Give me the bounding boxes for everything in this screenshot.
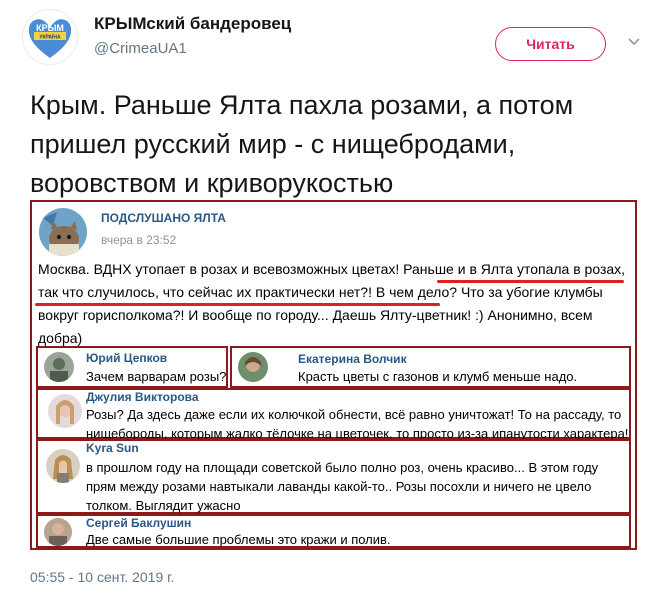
person-photo-icon bbox=[44, 352, 74, 382]
comment-text: Зачем варварам розы? bbox=[86, 369, 227, 384]
comment-box: Екатерина Волчик Красть цветы с газонов … bbox=[230, 346, 631, 388]
embedded-post-image: ПОДСЛУШАНО ЯЛТА вчера в 23:52 Москва. ВД… bbox=[30, 200, 637, 550]
commenter-name[interactable]: Сергей Баклушин bbox=[86, 516, 191, 530]
comment-text: в прошлом году на площади советской было… bbox=[86, 460, 599, 513]
highlight-underline bbox=[35, 303, 440, 306]
commenter-name[interactable]: Юрий Цепков bbox=[86, 351, 167, 365]
chevron-down-icon[interactable] bbox=[627, 35, 641, 49]
post-time: вчера в 23:52 bbox=[101, 233, 177, 247]
svg-text:КРЫМ: КРЫМ bbox=[36, 23, 64, 33]
group-name[interactable]: ПОДСЛУШАНО ЯЛТА bbox=[101, 211, 226, 225]
highlight-underline bbox=[437, 280, 624, 283]
comment-text: Две самые большие проблемы это кражи и п… bbox=[86, 532, 391, 547]
comment-box: Юрий Цепков Зачем варварам розы? bbox=[36, 346, 228, 388]
comment-box: Джулия Викторова Розы? Да здесь даже есл… bbox=[36, 388, 631, 441]
person-photo-icon bbox=[46, 449, 80, 483]
svg-text:УКРАЇНА: УКРАЇНА bbox=[39, 34, 61, 41]
commenter-name[interactable]: Екатерина Волчик bbox=[298, 352, 407, 366]
commenter-avatar[interactable] bbox=[44, 518, 72, 546]
author-handle[interactable]: @CrimeaUA1 bbox=[94, 40, 187, 57]
tweet-text: Крым. Раньше Ялта пахла розами, а потом … bbox=[30, 90, 574, 198]
comment-text: Розы? Да здесь даже если их колючкой обн… bbox=[86, 407, 629, 441]
tweet-timestamp[interactable]: 05:55 - 10 сент. 2019 г. bbox=[30, 569, 174, 585]
person-photo-icon bbox=[44, 518, 72, 546]
commenter-avatar[interactable] bbox=[44, 352, 74, 382]
author-avatar[interactable]: КРЫМ УКРАЇНА bbox=[22, 9, 78, 65]
commenter-name[interactable]: Джулия Викторова bbox=[86, 390, 199, 404]
commenter-name[interactable]: Kyra Sun bbox=[86, 441, 139, 455]
comment-box: Сергей Баклушин Две самые большие пробле… bbox=[36, 514, 631, 548]
author-name[interactable]: КРЫМский бандеровец bbox=[94, 14, 291, 34]
comment-text: Красть цветы с газонов и клумб меньше на… bbox=[298, 369, 578, 384]
group-avatar bbox=[39, 208, 87, 256]
commenter-avatar[interactable] bbox=[46, 449, 80, 483]
person-photo-icon bbox=[48, 394, 82, 428]
comment-box: Kyra Sun в прошлом году на площади совет… bbox=[36, 439, 631, 514]
follow-button[interactable]: Читать bbox=[495, 27, 606, 61]
cat-avatar-icon bbox=[39, 208, 87, 256]
person-photo-icon bbox=[238, 352, 268, 382]
commenter-avatar[interactable] bbox=[238, 352, 268, 382]
commenter-avatar[interactable] bbox=[48, 394, 82, 428]
crimea-heart-logo: КРЫМ УКРАЇНА bbox=[28, 19, 72, 58]
